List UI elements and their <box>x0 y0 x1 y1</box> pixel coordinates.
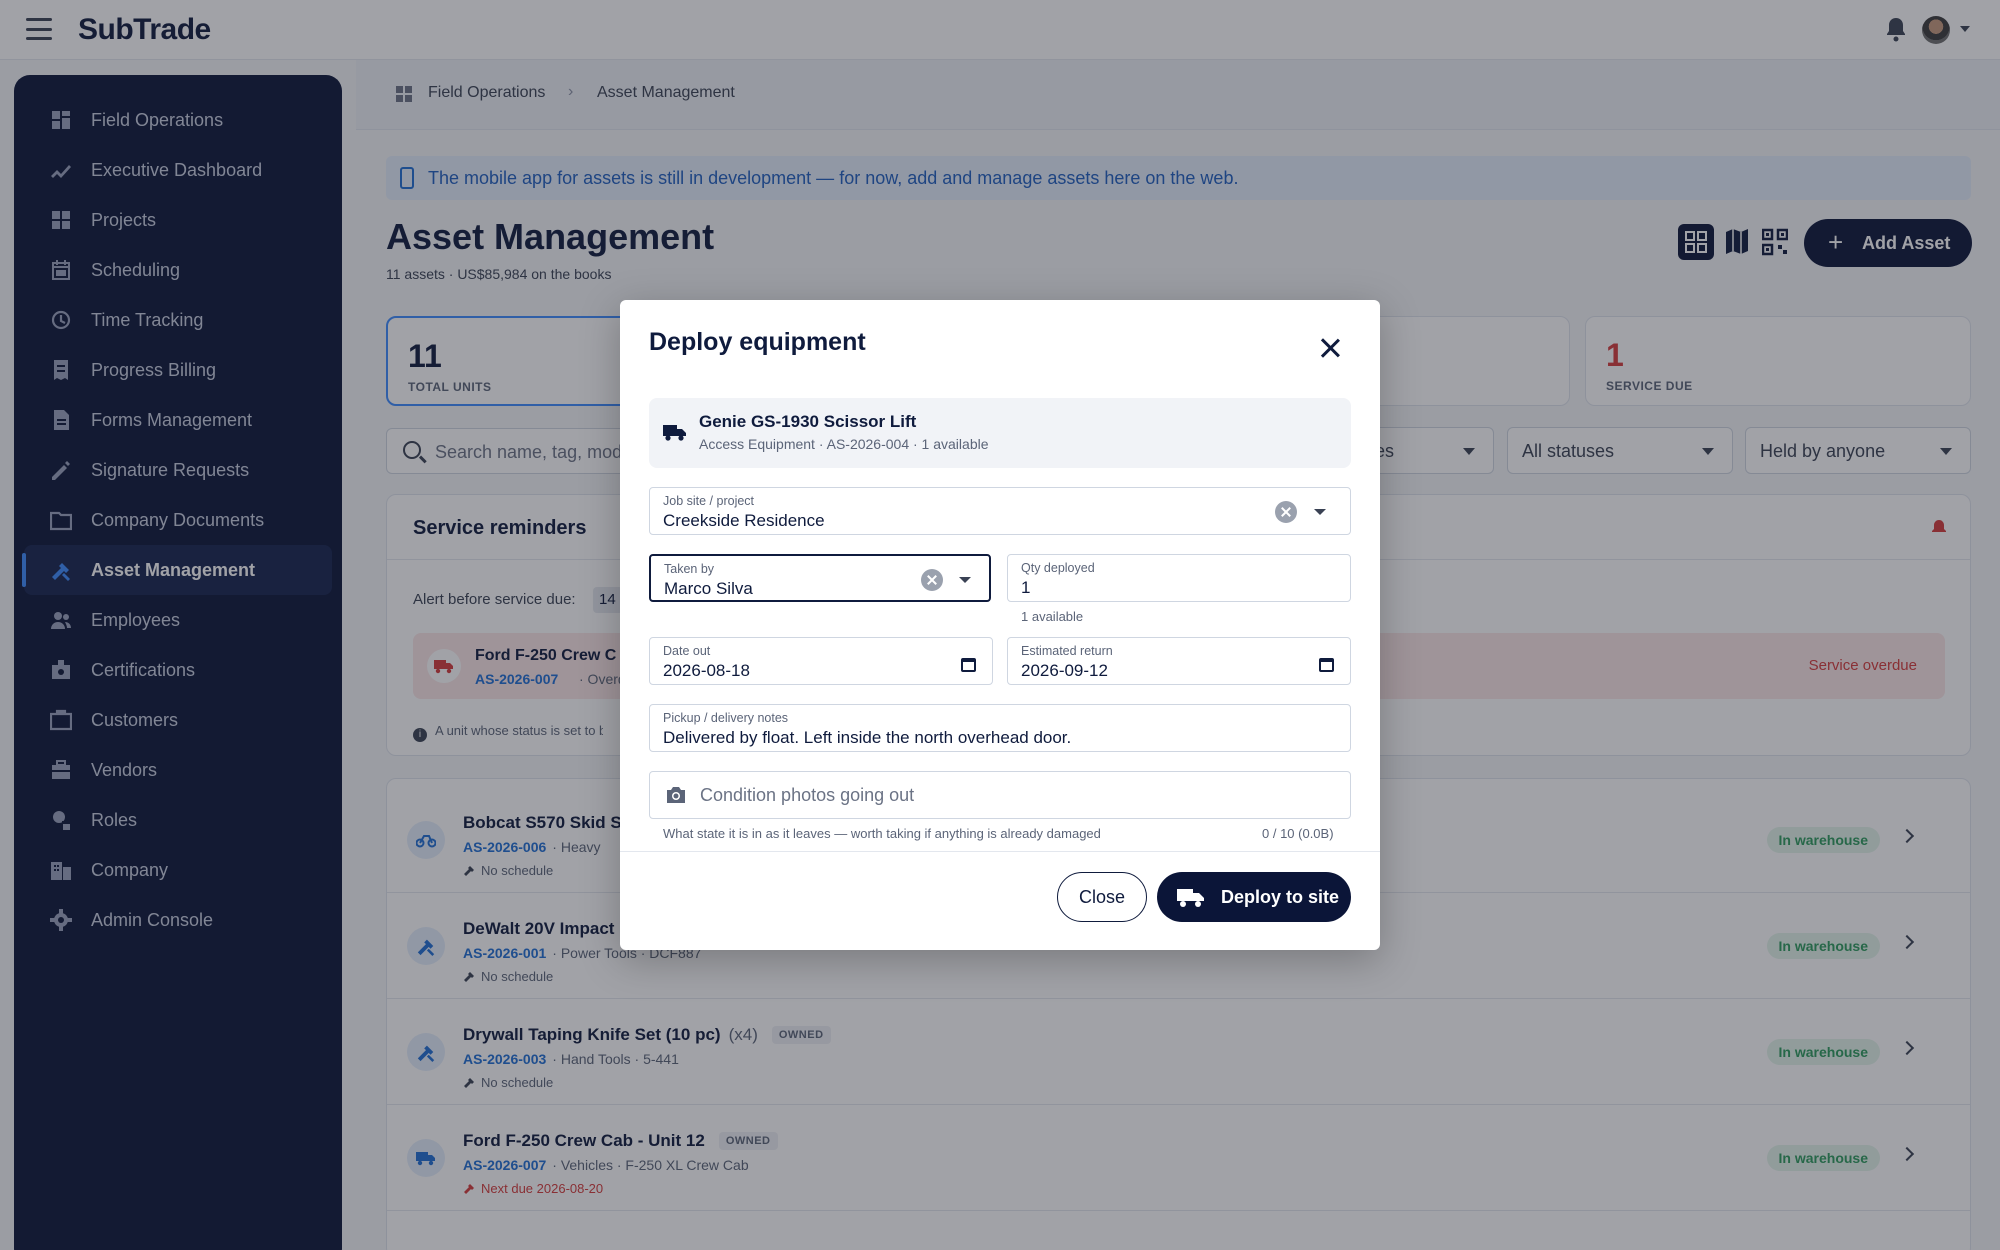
field-value: Marco Silva <box>664 579 753 598</box>
field-value: Creekside Residence <box>663 511 825 530</box>
chevron-down-icon[interactable] <box>959 577 971 583</box>
field-label: Job site / project <box>663 494 755 508</box>
equipment-meta: Access Equipment · AS-2026-004 · 1 avail… <box>699 436 989 452</box>
estimated-return-input[interactable]: Estimated return 2026-09-12 <box>1007 637 1351 685</box>
qty-deployed-input[interactable]: Qty deployed 1 <box>1007 554 1351 602</box>
equipment-summary: Genie GS-1930 Scissor Lift Access Equipm… <box>649 398 1351 468</box>
upload-placeholder: Condition photos going out <box>700 785 915 805</box>
field-value: 1 <box>1021 578 1031 597</box>
deploy-label: Deploy to site <box>1221 886 1340 907</box>
clear-icon[interactable] <box>1275 501 1297 523</box>
job-site-select[interactable]: Job site / project Creekside Residence <box>649 487 1351 535</box>
field-value: Delivered by float. Left inside the nort… <box>663 728 1072 747</box>
dialog-title: Deploy equipment <box>649 328 866 356</box>
date-out-input[interactable]: Date out 2026-08-18 <box>649 637 993 685</box>
truck-icon <box>663 425 686 441</box>
calendar-icon[interactable] <box>1319 658 1334 672</box>
field-value: 2026-08-18 <box>663 661 750 680</box>
divider <box>620 851 1380 852</box>
close-button[interactable]: Close <box>1057 872 1147 922</box>
field-label: Pickup / delivery notes <box>663 711 789 725</box>
photos-helper: What state it is in as it leaves — worth… <box>663 826 1101 841</box>
truck-icon <box>1177 889 1204 907</box>
equipment-name: Genie GS-1930 Scissor Lift <box>699 412 917 431</box>
condition-photos-upload[interactable]: Condition photos going out <box>649 771 1351 819</box>
clear-icon[interactable] <box>921 569 943 591</box>
calendar-icon[interactable] <box>961 658 976 672</box>
taken-by-select[interactable]: Taken by Marco Silva <box>649 554 991 602</box>
chevron-down-icon[interactable] <box>1314 509 1326 515</box>
field-label: Date out <box>663 644 711 658</box>
deploy-equipment-dialog: Deploy equipment Genie GS-1930 Scissor L… <box>620 300 1380 950</box>
close-icon[interactable] <box>1320 338 1340 358</box>
field-label: Qty deployed <box>1021 561 1095 575</box>
qty-helper: 1 available <box>1021 609 1084 624</box>
photos-count: 0 / 10 (0.0B) <box>1262 826 1334 841</box>
field-value: 2026-09-12 <box>1021 661 1108 680</box>
field-label: Estimated return <box>1021 644 1113 658</box>
deploy-to-site-button[interactable]: Deploy to site <box>1157 872 1351 922</box>
camera-icon <box>667 787 685 803</box>
field-label: Taken by <box>664 562 715 576</box>
notes-input[interactable]: Pickup / delivery notes Delivered by flo… <box>649 704 1351 752</box>
